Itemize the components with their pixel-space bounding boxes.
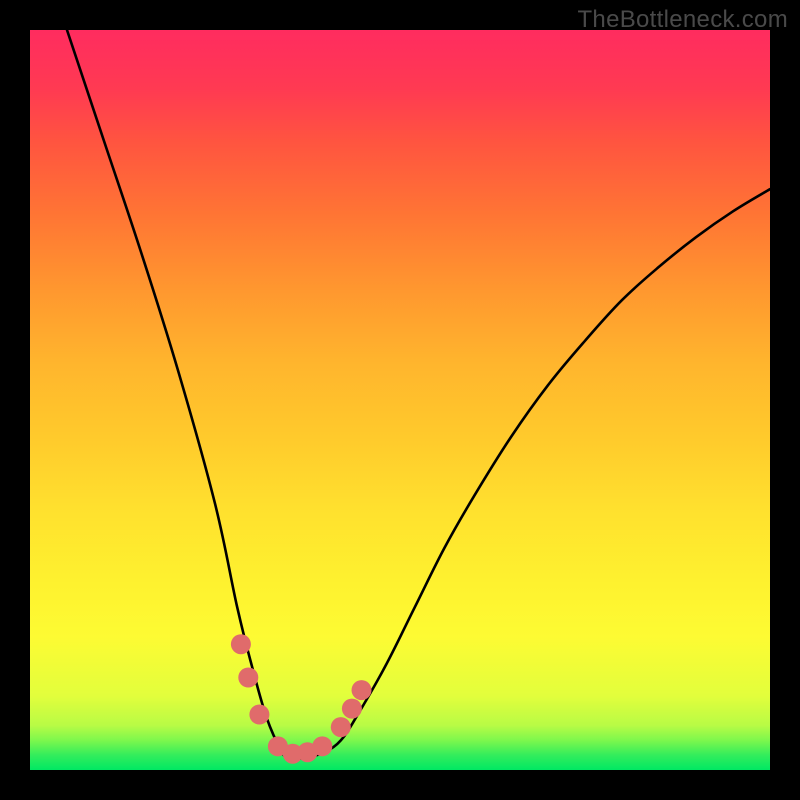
watermark-text: TheBottleneck.com <box>577 6 788 34</box>
marker-dot <box>238 668 258 688</box>
chart-svg <box>30 30 770 770</box>
marker-dot <box>342 699 362 719</box>
marker-dot <box>312 736 332 756</box>
marker-dot <box>249 705 269 725</box>
plot-area <box>30 30 770 770</box>
curve-line <box>67 30 770 760</box>
chart-frame: TheBottleneck.com <box>0 0 800 800</box>
marker-dot <box>331 717 351 737</box>
curve-markers <box>231 634 372 764</box>
marker-dot <box>352 680 372 700</box>
marker-dot <box>231 634 251 654</box>
